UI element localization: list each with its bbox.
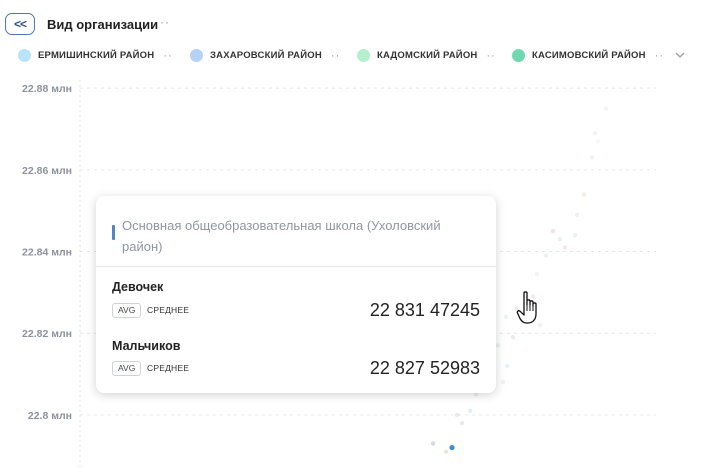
scatter-point[interactable] (534, 271, 540, 277)
scatter-point[interactable] (572, 233, 578, 238)
scatter-point[interactable] (430, 441, 436, 446)
scatter-point[interactable] (510, 335, 516, 340)
tooltip-value: 22 831 47245 (369, 300, 480, 320)
scatter-point[interactable] (495, 343, 501, 348)
aggregation-label: СРЕДНЕЕ (147, 363, 190, 373)
hand-cursor-icon (516, 291, 537, 324)
scatter-point[interactable] (603, 106, 609, 111)
scatter-point[interactable] (592, 130, 598, 136)
scatter-point[interactable] (454, 412, 460, 418)
scatter-point[interactable] (550, 228, 556, 234)
scatter-point[interactable] (574, 212, 580, 217)
scatter-point[interactable] (562, 245, 568, 250)
y-tick-label: 22.86 млн (22, 165, 72, 177)
scatter-point[interactable] (443, 449, 449, 454)
scatter-point[interactable] (467, 408, 473, 414)
y-axis-ticks: 22.88 млн 22.86 млн 22.84 млн 22.82 млн 22.8… (22, 83, 72, 422)
tooltip-series-name: Мальчиков (112, 339, 181, 353)
aggregation-label: СРЕДНЕЕ (147, 305, 190, 315)
scatter-point[interactable] (504, 363, 510, 369)
scatter-point[interactable] (500, 380, 506, 385)
scatter-point[interactable] (581, 192, 587, 197)
tooltip-title: Основная общеобразовательная школа (Ухол… (122, 218, 441, 254)
aggregation-badge: AVG (112, 303, 142, 318)
tooltip-value: 22 827 52983 (369, 358, 480, 378)
tooltip-divider (96, 266, 496, 267)
scatter-point[interactable] (543, 253, 549, 258)
scatter-point[interactable] (589, 155, 595, 160)
y-tick-label: 22.8 млн (28, 410, 72, 422)
tooltip: Основная общеобразовательная школа (Ухол… (96, 196, 496, 393)
scatter-point[interactable] (459, 420, 465, 426)
scatter-point[interactable] (449, 444, 455, 451)
scatter-point[interactable] (557, 237, 563, 242)
y-tick-label: 22.84 млн (22, 247, 72, 259)
scatter-point[interactable] (595, 139, 601, 144)
tooltip-accent-bar (112, 225, 115, 240)
scatter-point[interactable] (503, 314, 509, 320)
tooltip-series-name: Девочек (112, 280, 164, 294)
aggregation-badge: AVG (112, 361, 142, 376)
y-tick-label: 22.82 млн (22, 328, 72, 340)
y-tick-label: 22.88 млн (22, 83, 72, 95)
